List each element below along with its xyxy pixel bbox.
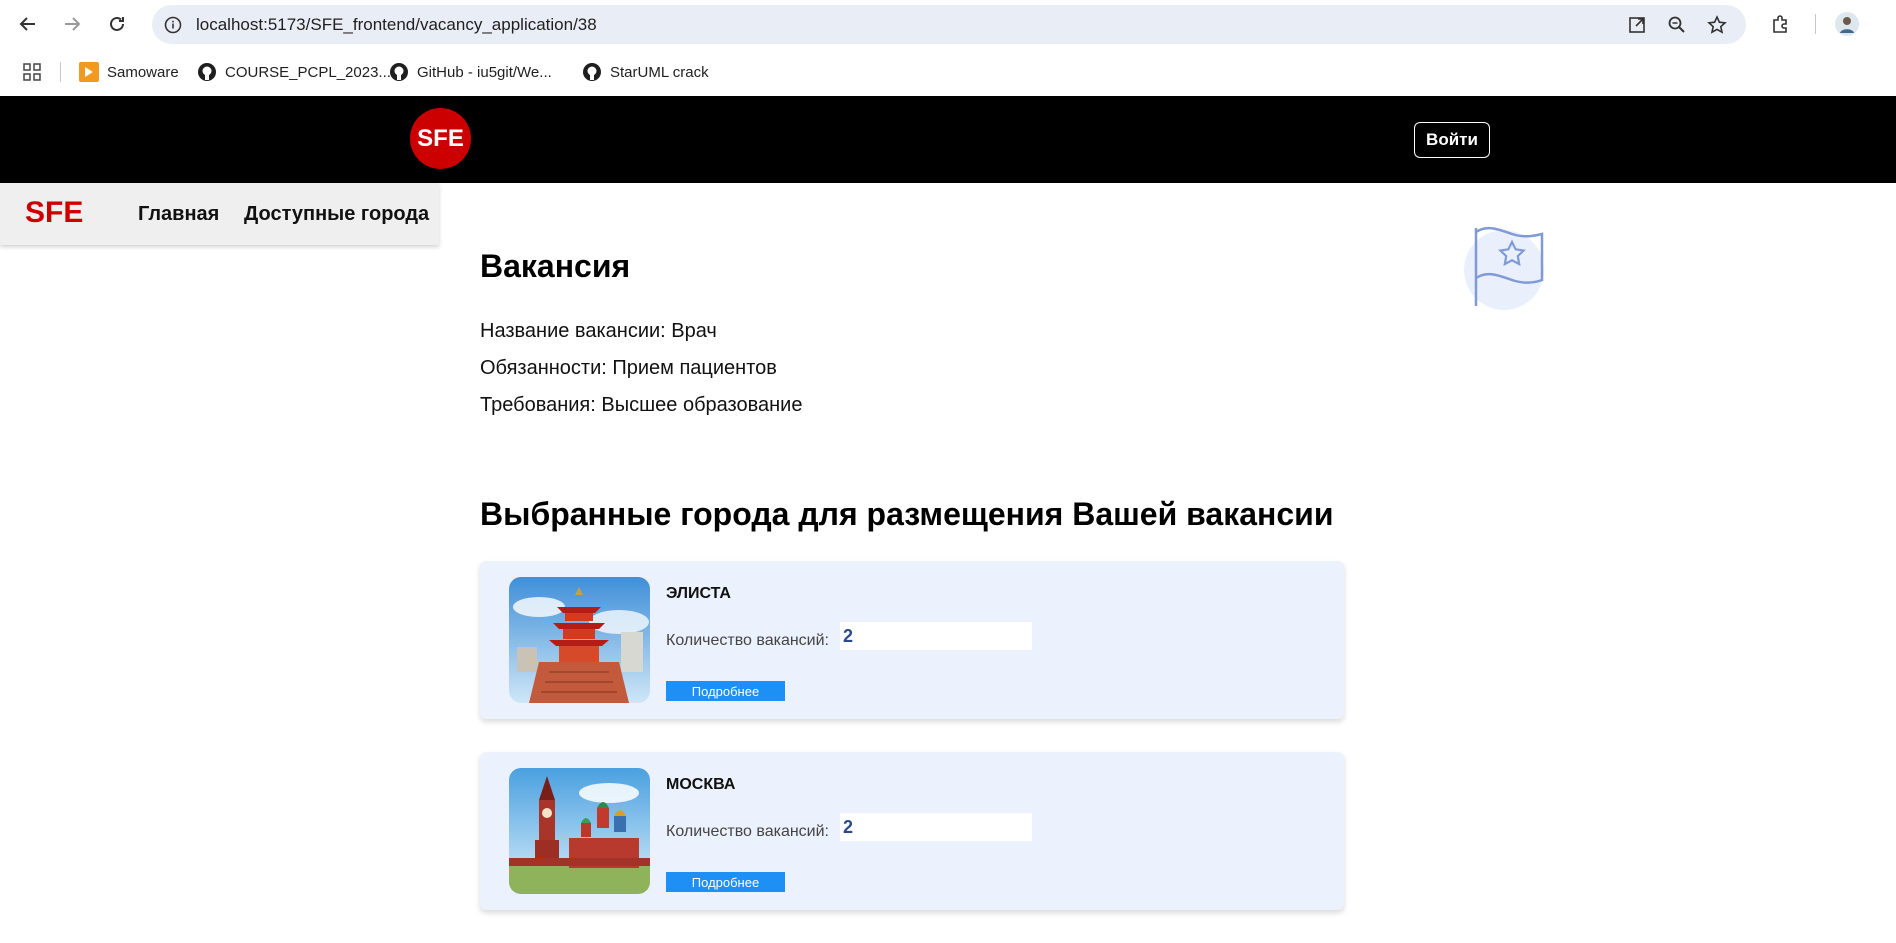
bookmark-course[interactable]: COURSE_PCPL_2023...	[197, 60, 391, 84]
reload-icon[interactable]	[103, 10, 131, 38]
city-card-moscow: МОСКВА Количество вакансий: Подробнее	[480, 752, 1344, 910]
forward-icon[interactable]	[58, 10, 86, 38]
url-text[interactable]: localhost:5173/SFE_frontend/vacancy_appl…	[196, 15, 597, 35]
vacancy-duties: Обязанности: Прием пациентов	[480, 357, 777, 379]
vacancy-requirements: Требования: Высшее образование	[480, 394, 803, 416]
side-navigation: SFE Главная Доступные города	[0, 183, 439, 245]
sidebar-brand[interactable]: SFE	[25, 196, 83, 230]
samoware-icon	[79, 62, 99, 82]
city-image-elista	[509, 577, 650, 703]
github-icon	[389, 62, 409, 82]
profile-avatar-icon[interactable]	[1833, 10, 1861, 38]
toolbar-divider	[1815, 14, 1816, 34]
city-name: МОСКВА	[666, 776, 736, 793]
vacancy-name: Название вакансии: Врач	[480, 320, 717, 342]
bookmark-staruml[interactable]: StarUML crack	[582, 60, 709, 84]
cities-section-title: Выбранные города для размещения Вашей ва…	[480, 496, 1334, 532]
back-icon[interactable]	[14, 10, 42, 38]
address-bar[interactable]: localhost:5173/SFE_frontend/vacancy_appl…	[152, 5, 1746, 44]
login-button[interactable]: Войти	[1414, 122, 1490, 158]
bookmark-github-iu5git[interactable]: GitHub - iu5git/We...	[389, 60, 552, 84]
bookmark-label: StarUML crack	[610, 63, 709, 81]
github-icon	[582, 62, 602, 82]
vacancy-title: Вакансия	[480, 248, 631, 284]
browser-toolbar: localhost:5173/SFE_frontend/vacancy_appl…	[0, 0, 1896, 48]
zoom-icon[interactable]	[1666, 14, 1688, 36]
bookmarks-bar: Samoware COURSE_PCPL_2023... GitHub - iu…	[0, 48, 1896, 96]
open-in-app-icon[interactable]	[1626, 14, 1648, 36]
nav-link-cities[interactable]: Доступные города	[244, 203, 429, 226]
bookmark-label: COURSE_PCPL_2023...	[225, 63, 391, 81]
site-logo[interactable]: SFE	[410, 108, 471, 169]
vacancy-count-label: Количество вакансий:	[666, 823, 829, 840]
flag-star-icon	[1460, 222, 1552, 314]
bookmarks-divider	[60, 62, 61, 82]
city-image-moscow	[509, 768, 650, 894]
nav-link-home[interactable]: Главная	[138, 203, 219, 226]
details-button[interactable]: Подробнее	[666, 681, 785, 701]
github-icon	[197, 62, 217, 82]
site-header: SFE Войти	[0, 96, 1896, 183]
bookmark-samoware[interactable]: Samoware	[79, 60, 179, 84]
city-name: ЭЛИСТА	[666, 585, 731, 602]
vacancy-count-input[interactable]	[840, 813, 1032, 841]
bookmark-label: Samoware	[107, 63, 179, 81]
logo-text: SFE	[417, 124, 464, 152]
vacancy-count-label: Количество вакансий:	[666, 632, 829, 649]
bookmark-star-icon[interactable]	[1706, 14, 1728, 36]
bookmark-label: GitHub - iu5git/We...	[417, 63, 552, 81]
apps-grid-icon[interactable]	[18, 58, 46, 86]
city-card-elista: ЭЛИСТА Количество вакансий: Подробнее	[480, 561, 1344, 719]
details-button[interactable]: Подробнее	[666, 872, 785, 892]
vacancy-count-input[interactable]	[840, 622, 1032, 650]
extensions-icon[interactable]	[1766, 10, 1794, 38]
site-info-icon[interactable]	[162, 14, 184, 36]
